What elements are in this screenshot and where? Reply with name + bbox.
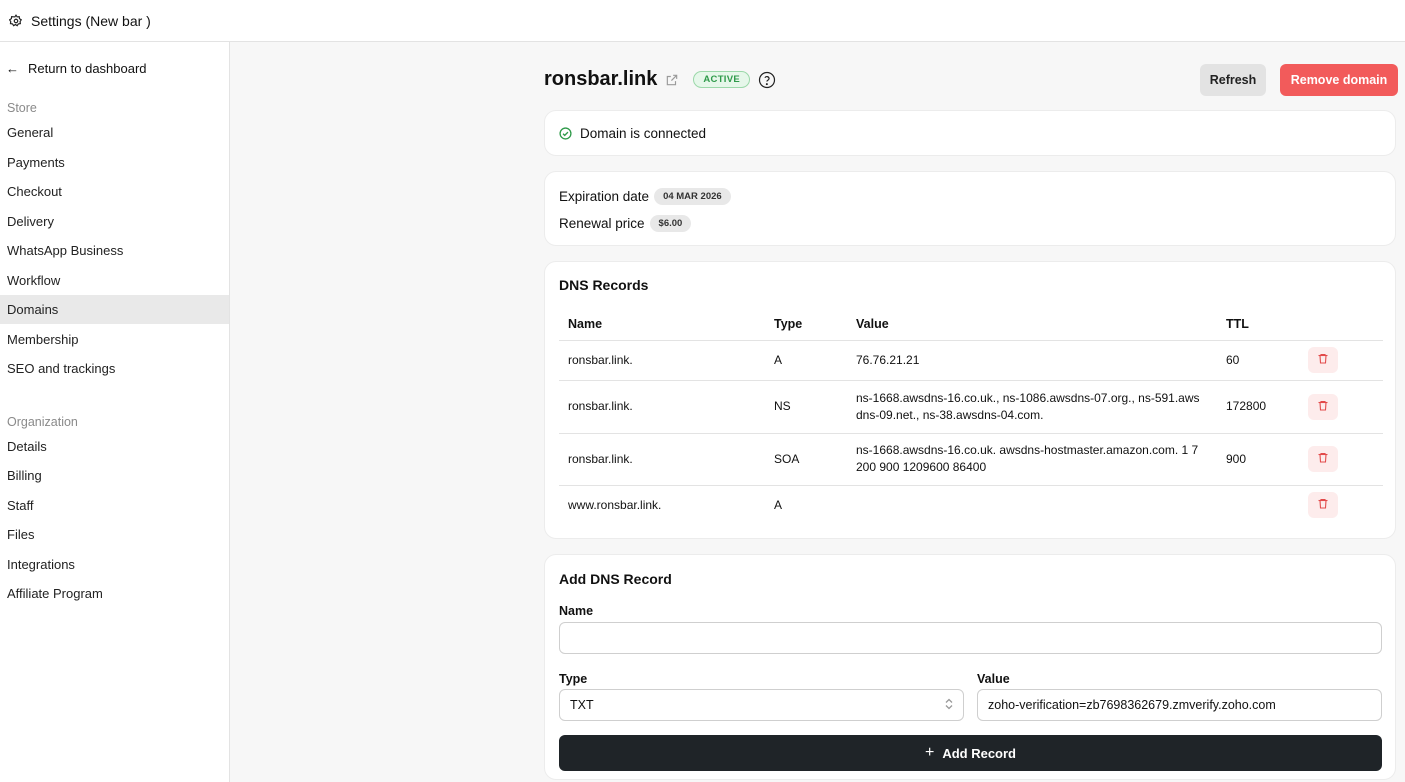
record-value: 76.76.21.21 <box>847 340 1217 381</box>
type-select-value: TXT <box>570 698 594 712</box>
sidebar-item-billing[interactable]: Billing <box>0 461 229 490</box>
column-header-type: Type <box>765 308 847 341</box>
add-dns-record-card: Add DNS Record Name Type TXT Value + Add… <box>544 554 1396 780</box>
sidebar: ← Return to dashboard Store General Paym… <box>0 42 230 782</box>
table-header-row: Name Type Value TTL <box>559 308 1383 341</box>
add-dns-record-title: Add DNS Record <box>559 571 672 587</box>
domain-info-card: Expiration date 04 MAR 2026 Renewal pric… <box>544 171 1396 246</box>
dns-records-card: DNS Records Name Type Value TTL ronsbar.… <box>544 261 1396 539</box>
type-field-label: Type <box>559 672 588 686</box>
return-to-dashboard-label: Return to dashboard <box>28 61 147 76</box>
value-field-label: Value <box>977 672 1010 686</box>
dns-records-title: DNS Records <box>559 277 649 293</box>
record-type: SOA <box>765 433 847 486</box>
delete-record-button[interactable] <box>1308 492 1338 519</box>
record-ttl: 60 <box>1217 340 1299 381</box>
record-name: www.ronsbar.link. <box>568 497 662 512</box>
sidebar-item-general[interactable]: General <box>0 118 229 147</box>
record-type: A <box>765 340 847 381</box>
sidebar-item-staff[interactable]: Staff <box>0 491 229 520</box>
main-content: ronsbar.link ACTIVE Refresh Remove domai… <box>231 42 1405 782</box>
delete-record-button[interactable] <box>1308 393 1338 420</box>
status-badge: ACTIVE <box>693 71 751 88</box>
trash-icon <box>1317 352 1329 368</box>
sidebar-item-files[interactable]: Files <box>0 520 229 549</box>
sidebar-item-payments[interactable]: Payments <box>0 148 229 177</box>
external-link-icon[interactable] <box>665 73 679 87</box>
name-input[interactable] <box>559 622 1382 654</box>
record-ttl <box>1217 485 1299 525</box>
add-record-button[interactable]: + Add Record <box>559 735 1382 771</box>
organization-section-label: Organization <box>7 415 78 429</box>
domain-name: ronsbar.link <box>544 68 658 90</box>
trash-icon <box>1317 451 1329 467</box>
trash-icon <box>1317 399 1329 415</box>
renewal-label: Renewal price <box>559 215 645 231</box>
plus-icon: + <box>924 744 935 761</box>
sidebar-item-membership[interactable]: Membership <box>0 325 229 354</box>
add-record-label: Add Record <box>942 745 1016 761</box>
sidebar-item-affiliate-program[interactable]: Affiliate Program <box>0 579 229 608</box>
window-title: Settings (New bar ) <box>31 12 151 29</box>
expiration-row: Expiration date 04 MAR 2026 <box>559 187 1381 205</box>
top-bar: Settings (New bar ) <box>0 0 1405 42</box>
arrow-left-icon: ← <box>6 61 19 76</box>
record-value: ns-1668.awsdns-16.co.uk., ns-1086.awsdns… <box>847 380 1217 434</box>
type-select[interactable]: TXT <box>559 689 964 721</box>
expiration-date-badge: 04 MAR 2026 <box>654 187 731 205</box>
table-row: ronsbar.link. A 76.76.21.21 60 <box>559 340 1383 381</box>
name-field-label: Name <box>559 604 594 618</box>
delete-record-button[interactable] <box>1308 446 1338 472</box>
value-input[interactable] <box>977 689 1382 721</box>
record-value: ns-1668.awsdns-16.co.uk. awsdns-hostmast… <box>847 433 1217 486</box>
sidebar-item-whatsapp-business[interactable]: WhatsApp Business <box>0 236 229 265</box>
record-ttl: 900 <box>1217 433 1299 486</box>
record-name: ronsbar.link. <box>559 433 765 486</box>
sidebar-item-workflow[interactable]: Workflow <box>0 266 229 295</box>
trash-icon <box>1317 497 1329 513</box>
record-name: ronsbar.link. <box>559 340 765 381</box>
sidebar-item-checkout[interactable]: Checkout <box>0 177 229 206</box>
record-ttl: 172800 <box>1217 380 1299 434</box>
gear-icon <box>9 13 23 28</box>
remove-domain-button[interactable]: Remove domain <box>1280 64 1398 96</box>
sidebar-item-delivery[interactable]: Delivery <box>0 207 229 236</box>
help-icon[interactable] <box>758 71 776 89</box>
renewal-price-badge: $6.00 <box>649 214 692 232</box>
store-section-label: Store <box>7 101 37 115</box>
expiration-label: Expiration date <box>559 188 650 204</box>
column-header-ttl: TTL <box>1217 308 1299 341</box>
refresh-button[interactable]: Refresh <box>1200 64 1266 96</box>
delete-record-button[interactable] <box>1308 347 1338 373</box>
renewal-row: Renewal price $6.00 <box>559 214 1381 232</box>
column-header-actions <box>1299 308 1383 341</box>
check-circle-icon <box>559 126 572 140</box>
chevron-up-down-icon <box>945 698 953 713</box>
column-header-value: Value <box>847 308 1217 341</box>
record-type: NS <box>765 380 847 434</box>
record-value <box>847 485 1217 525</box>
table-row: ronsbar.link. NS ns-1668.awsdns-16.co.uk… <box>559 380 1383 434</box>
connected-text: Domain is connected <box>580 125 707 141</box>
column-header-name: Name <box>559 308 765 341</box>
sidebar-item-domains[interactable]: Domains <box>0 295 229 324</box>
table-row: www.ronsbar.link. A <box>559 485 1383 525</box>
sidebar-item-integrations[interactable]: Integrations <box>0 550 229 579</box>
table-row: ronsbar.link. SOA ns-1668.awsdns-16.co.u… <box>559 433 1383 486</box>
domain-header: ronsbar.link ACTIVE <box>544 68 776 91</box>
sidebar-item-details[interactable]: Details <box>0 432 229 461</box>
record-type: A <box>774 497 783 512</box>
domain-connected-card: Domain is connected <box>544 110 1396 156</box>
dns-records-table: Name Type Value TTL ronsbar.link. A 76.7… <box>559 308 1383 525</box>
sidebar-item-seo-and-trackings[interactable]: SEO and trackings <box>0 354 229 383</box>
return-to-dashboard-link[interactable]: ← Return to dashboard <box>6 61 147 76</box>
record-name: ronsbar.link. <box>559 380 765 434</box>
